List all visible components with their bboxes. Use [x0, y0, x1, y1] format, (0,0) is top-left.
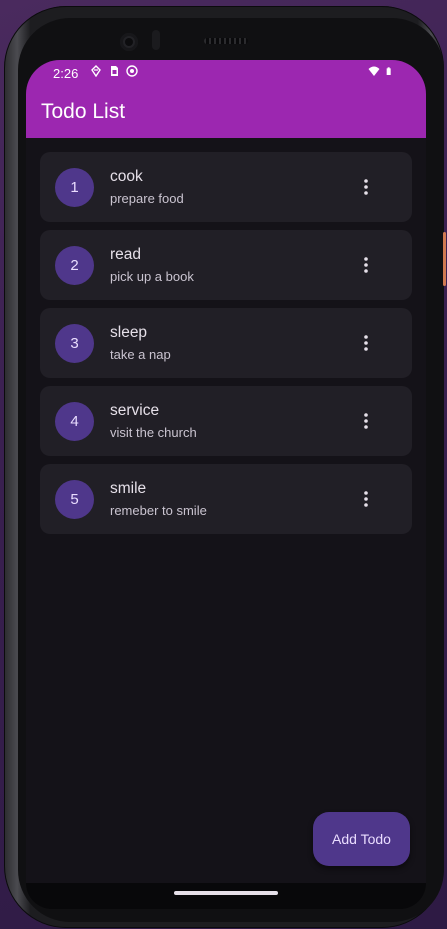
todo-item[interactable]: 1 cook prepare food: [40, 152, 412, 222]
todo-item[interactable]: 2 read pick up a book: [40, 230, 412, 300]
sim-card-icon: [111, 66, 118, 76]
more-options-button[interactable]: [356, 330, 376, 356]
todo-number-avatar: 5: [55, 480, 94, 519]
todo-title: service: [110, 402, 160, 419]
todo-list: 1 cook prepare food 2 read pick up a boo…: [26, 138, 426, 534]
todo-description: visit the church: [110, 425, 197, 440]
app-screen: 2:26 Todo List 1 cook prepare food 2 rea…: [26, 60, 426, 883]
front-camera: [120, 33, 138, 51]
battery-icon: [386, 67, 391, 75]
status-time: 2:26: [53, 66, 79, 81]
todo-title: sleep: [110, 324, 148, 341]
todo-item[interactable]: 4 service visit the church: [40, 386, 412, 456]
home-gesture-handle[interactable]: [174, 891, 278, 895]
todo-item[interactable]: 3 sleep take a nap: [40, 308, 412, 378]
more-options-button[interactable]: [356, 486, 376, 512]
todo-item[interactable]: 5 smile remeber to smile: [40, 464, 412, 534]
todo-number-avatar: 2: [55, 246, 94, 285]
todo-number-avatar: 3: [55, 324, 94, 363]
more-vert-icon: [364, 335, 368, 351]
status-bar: 2:26: [26, 60, 426, 86]
more-options-button[interactable]: [356, 174, 376, 200]
todo-title: smile: [110, 480, 147, 497]
more-vert-icon: [364, 179, 368, 195]
more-options-button[interactable]: [356, 252, 376, 278]
more-vert-icon: [364, 257, 368, 273]
more-vert-icon: [364, 491, 368, 507]
status-icons-right: [368, 65, 394, 77]
proximity-sensor: [152, 30, 160, 50]
app-bar: Todo List: [26, 86, 426, 138]
todo-description: take a nap: [110, 347, 171, 362]
todo-description: pick up a book: [110, 269, 194, 284]
todo-title: cook: [110, 168, 143, 185]
wifi-icon: [368, 66, 380, 76]
todo-description: remeber to smile: [110, 503, 207, 518]
more-vert-icon: [364, 413, 368, 429]
more-options-button[interactable]: [356, 408, 376, 434]
todo-number-avatar: 1: [55, 168, 94, 207]
todo-number-avatar: 4: [55, 402, 94, 441]
power-button[interactable]: [443, 232, 446, 286]
status-icons-left: [90, 65, 138, 77]
data-saver-icon: [91, 65, 101, 77]
page-title: Todo List: [41, 100, 126, 123]
todo-title: read: [110, 246, 142, 263]
navigation-bar: [26, 883, 426, 909]
earpiece-speaker: [204, 38, 248, 44]
todo-description: prepare food: [110, 191, 184, 206]
app-notification-icon: [126, 65, 138, 77]
add-todo-button[interactable]: Add Todo: [313, 812, 410, 866]
